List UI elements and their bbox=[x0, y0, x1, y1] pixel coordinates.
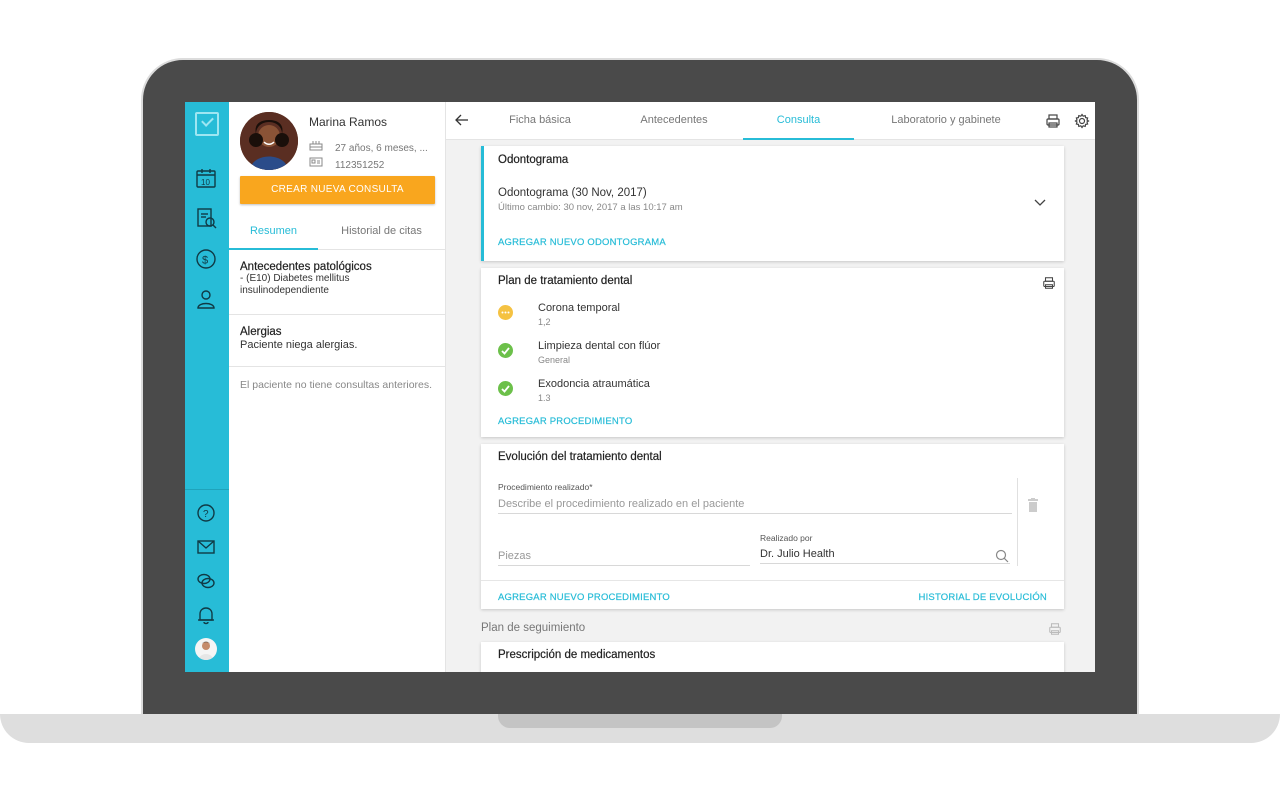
check-icon bbox=[498, 343, 513, 358]
procedure-code: 1.3 bbox=[538, 393, 551, 403]
search-icon[interactable] bbox=[995, 549, 1009, 563]
odontogram-entry-title[interactable]: Odontograma (30 Nov, 2017) bbox=[498, 187, 647, 199]
pathology-title: Antecedentes patológicos bbox=[240, 261, 372, 273]
check-icon bbox=[498, 381, 513, 396]
allergies-text: Paciente niega alergias. bbox=[240, 339, 358, 351]
records-icon[interactable] bbox=[195, 207, 217, 229]
top-tabs-bar: Ficha básica Antecedentes Consulta Labor… bbox=[446, 102, 1095, 140]
bell-icon[interactable] bbox=[195, 604, 217, 626]
evolution-history-link[interactable]: HISTORIAL DE EVOLUCIÓN bbox=[918, 592, 1047, 603]
allergies-section: Alergias Paciente niega alergias. bbox=[229, 315, 445, 367]
patient-age: 27 años, 6 meses, ... bbox=[335, 143, 428, 154]
dollar-icon[interactable]: $ bbox=[195, 248, 217, 270]
evolution-title: Evolución del tratamiento dental bbox=[498, 451, 662, 463]
laptop-notch bbox=[498, 714, 782, 728]
procedure-code: General bbox=[538, 355, 571, 365]
patient-id: 112351252 bbox=[335, 160, 385, 171]
prescription-title: Prescripción de medicamentos bbox=[498, 649, 656, 661]
patient-age-row: 27 años, 6 meses, ... bbox=[309, 139, 428, 154]
performed-by-input[interactable]: Dr. Julio Health bbox=[760, 548, 1010, 564]
mail-icon[interactable] bbox=[195, 536, 217, 558]
tab-basic-file[interactable]: Ficha básica bbox=[490, 102, 590, 140]
add-new-procedure-link[interactable]: AGREGAR NUEVO PROCEDIMIENTO bbox=[498, 592, 670, 603]
trash-icon[interactable] bbox=[1027, 498, 1039, 512]
procedure-name: Corona temporal bbox=[538, 302, 620, 314]
id-card-icon bbox=[309, 156, 323, 171]
performed-by-label: Realizado por bbox=[760, 533, 813, 543]
patient-id-row: 112351252 bbox=[309, 156, 384, 171]
rail-divider bbox=[185, 489, 229, 490]
print-followup-icon[interactable] bbox=[1048, 622, 1062, 636]
add-odontogram-link[interactable]: AGREGAR NUEVO ODONTOGRAMA bbox=[498, 237, 666, 248]
followup-title: Plan de seguimiento bbox=[481, 622, 586, 634]
svg-text:?: ? bbox=[203, 509, 209, 520]
pathology-section: Antecedentes patológicos - (E10) Diabete… bbox=[229, 251, 445, 315]
help-icon[interactable]: ? bbox=[195, 502, 217, 524]
procedure-description-input[interactable]: Describe el procedimiento realizado en e… bbox=[498, 498, 1012, 514]
tab-summary[interactable]: Resumen bbox=[229, 218, 318, 250]
treatment-plan-title: Plan de tratamiento dental bbox=[498, 275, 633, 287]
app-screen: 10 $ ? Marina Ramos 27 años, 6 meses, ..… bbox=[185, 102, 1095, 672]
treatment-plan-card: Plan de tratamiento dental Corona tempor… bbox=[481, 268, 1064, 437]
svg-text:10: 10 bbox=[201, 178, 210, 187]
back-arrow-icon[interactable] bbox=[454, 112, 470, 128]
prescription-card: Prescripción de medicamentos bbox=[481, 642, 1064, 672]
chevron-down-icon[interactable] bbox=[1033, 195, 1047, 206]
print-plan-icon[interactable] bbox=[1042, 276, 1056, 290]
evolution-card: Evolución del tratamiento dental Procedi… bbox=[481, 444, 1064, 609]
tab-consultation[interactable]: Consulta bbox=[743, 102, 854, 140]
tab-lab-cabinet[interactable]: Laboratorio y gabinete bbox=[872, 102, 1020, 140]
odontogram-card: Odontograma Odontograma (30 Nov, 2017) Ú… bbox=[481, 146, 1064, 261]
logo-icon[interactable] bbox=[195, 112, 219, 136]
card-divider bbox=[481, 580, 1064, 581]
gear-icon[interactable] bbox=[1074, 113, 1090, 129]
procedure-field-label: Procedimiento realizado* bbox=[498, 482, 593, 492]
patient-name: Marina Ramos bbox=[309, 115, 388, 129]
odontogram-entry-sub: Último cambio: 30 nov, 2017 a las 10:17 … bbox=[498, 202, 683, 213]
procedure-name: Limpieza dental con flúor bbox=[538, 340, 661, 352]
tab-appointment-history[interactable]: Historial de citas bbox=[318, 218, 445, 250]
new-consult-button[interactable]: CREAR NUEVA CONSULTA bbox=[240, 176, 435, 204]
calendar-icon[interactable]: 10 bbox=[195, 167, 217, 189]
add-procedure-link[interactable]: AGREGAR PROCEDIMIENTO bbox=[498, 416, 632, 427]
patient-avatar bbox=[240, 112, 298, 170]
no-consults-section: El paciente no tiene consultas anteriore… bbox=[229, 367, 445, 392]
chat-icon[interactable] bbox=[195, 570, 217, 592]
print-icon[interactable] bbox=[1045, 113, 1061, 129]
pieces-input[interactable]: Piezas bbox=[498, 550, 750, 566]
no-consults-text: El paciente no tiene consultas anteriore… bbox=[240, 379, 433, 391]
tab-background[interactable]: Antecedentes bbox=[622, 102, 726, 140]
field-divider bbox=[1017, 478, 1018, 566]
procedure-code: 1,2 bbox=[538, 317, 551, 327]
user-avatar[interactable] bbox=[195, 638, 217, 660]
patient-tabs: Resumen Historial de citas bbox=[229, 218, 445, 250]
main-area: Ficha básica Antecedentes Consulta Labor… bbox=[446, 102, 1095, 672]
icon-rail: 10 $ ? bbox=[185, 102, 229, 672]
user-icon[interactable] bbox=[195, 288, 217, 310]
svg-text:$: $ bbox=[202, 255, 208, 267]
pending-status-icon bbox=[498, 305, 513, 320]
procedure-name: Exodoncia atraumática bbox=[538, 378, 650, 390]
patient-panel: Marina Ramos 27 años, 6 meses, ... 11235… bbox=[229, 102, 446, 672]
odontogram-title: Odontograma bbox=[498, 154, 569, 166]
pathology-text: - (E10) Diabetes mellitus insulinodepend… bbox=[240, 273, 350, 296]
allergies-title: Alergias bbox=[240, 326, 282, 338]
cake-icon bbox=[309, 139, 323, 154]
